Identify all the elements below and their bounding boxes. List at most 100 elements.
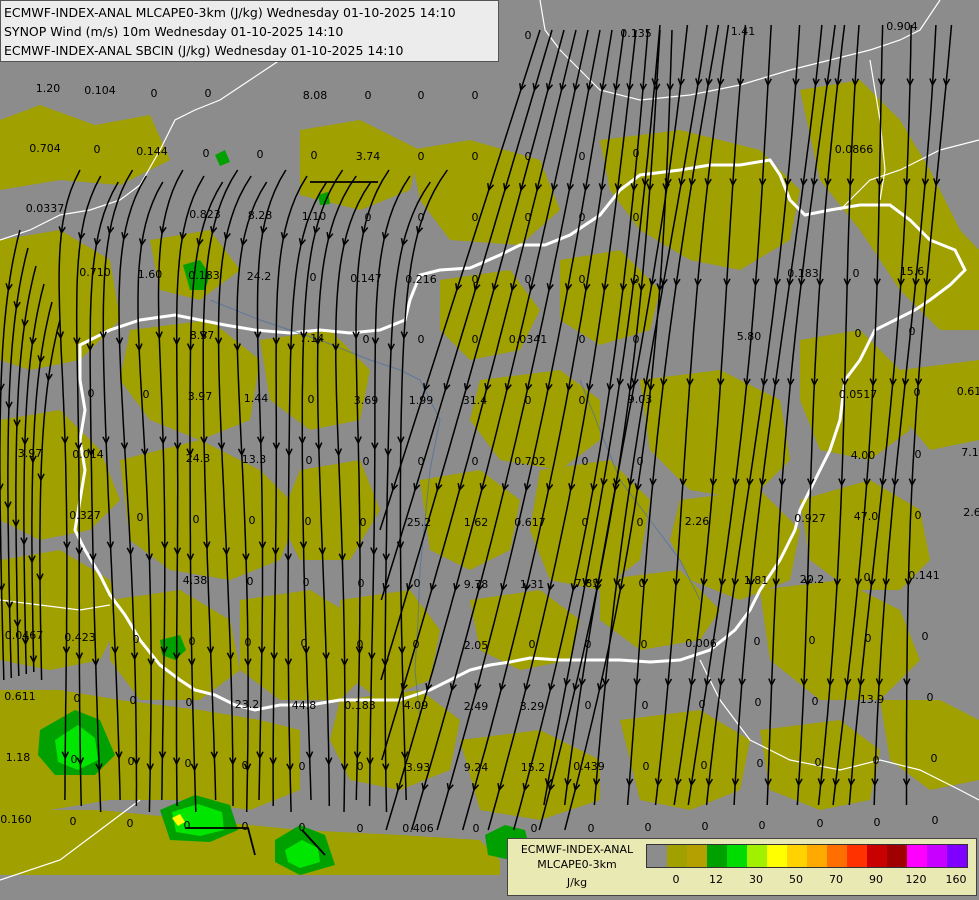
cin-value: 0.147 — [350, 272, 382, 285]
cin-value: 0 — [143, 388, 150, 401]
cin-value: 0.160 — [0, 813, 32, 826]
legend-tick: 90 — [869, 873, 883, 886]
color-legend: ECMWF-INDEX-ANAL MLCAPE0-3km J/kg 0 12 30 5… — [507, 838, 977, 896]
cin-value: 0.0517 — [839, 388, 878, 401]
cin-value: 0.61 — [957, 385, 979, 398]
cin-value: 0.617 — [514, 516, 546, 529]
cin-value: 0 — [363, 333, 370, 346]
legend-swatch — [927, 845, 947, 867]
cin-value: 44.8 — [292, 699, 317, 712]
cin-value: 0 — [637, 516, 644, 529]
cin-value: 0 — [633, 273, 640, 286]
legend-color-scale — [646, 844, 968, 868]
cin-value: 1.81 — [744, 574, 769, 587]
cin-value: 0 — [310, 271, 317, 284]
cin-value: 0 — [127, 817, 134, 830]
cin-value: 0 — [529, 638, 536, 651]
cin-value: 0 — [915, 509, 922, 522]
cin-value: 0.702 — [514, 455, 546, 468]
cin-value: 0 — [257, 148, 264, 161]
cin-value: 0 — [473, 822, 480, 835]
cin-value: 9.24 — [464, 761, 489, 774]
cin-value: 0 — [641, 638, 648, 651]
cin-value: 0 — [299, 821, 306, 834]
cin-value: 1.62 — [464, 516, 489, 529]
cin-value: 0 — [812, 695, 819, 708]
cin-value: 0 — [585, 699, 592, 712]
cin-value: 0 — [186, 696, 193, 709]
cin-value: 0 — [472, 150, 479, 163]
cin-value: 0 — [185, 757, 192, 770]
cin-value: 0 — [130, 694, 137, 707]
legend-swatch — [727, 845, 747, 867]
cin-value: 0.0341 — [509, 333, 548, 346]
cin-value: 0.216 — [405, 273, 437, 286]
title-wind: SYNOP Wind (m/s) 10m Wednesday 01-10-202… — [4, 24, 344, 39]
legend-tick-labels: 01230507090120160250400 — [646, 873, 976, 889]
cin-value: 0 — [582, 516, 589, 529]
cin-value: 24.2 — [247, 270, 272, 283]
cin-value: 0.183 — [344, 699, 376, 712]
cin-value: 0 — [249, 514, 256, 527]
cin-value: 0.710 — [79, 266, 111, 279]
cin-value: 0 — [71, 753, 78, 766]
cin-value: 15.2 — [521, 761, 546, 774]
cin-value: 7.85 — [575, 577, 600, 590]
cin-value: 3.74 — [356, 150, 381, 163]
cin-value: 0 — [922, 630, 929, 643]
cin-value: 0 — [865, 632, 872, 645]
cin-value: 0.0866 — [835, 143, 874, 156]
cin-value: 7.14 — [300, 332, 325, 345]
cin-value: 1.31 — [520, 578, 545, 591]
legend-swatch — [767, 845, 787, 867]
cin-value: 8.08 — [303, 89, 328, 102]
legend-swatch — [907, 845, 927, 867]
cin-value: 0 — [525, 29, 532, 42]
cin-value: 0 — [311, 149, 318, 162]
cin-value: 0 — [531, 822, 538, 835]
cin-value: 0 — [633, 333, 640, 346]
cin-value: 3.69 — [354, 394, 379, 407]
legend-swatch — [887, 845, 907, 867]
cin-value: 0.135 — [620, 27, 652, 40]
cin-value: 0 — [525, 150, 532, 163]
cin-value: 0 — [855, 327, 862, 340]
cin-value: 0.904 — [886, 20, 918, 33]
cin-value: 0 — [205, 87, 212, 100]
cin-value: 0 — [817, 817, 824, 830]
cin-value: 0 — [853, 267, 860, 280]
cin-value: 0 — [305, 515, 312, 528]
cin-value: 0 — [299, 760, 306, 773]
cin-value: 0 — [247, 575, 254, 588]
cin-value: 0 — [637, 455, 644, 468]
cin-value: 0 — [579, 211, 586, 224]
legend-tick: 0 — [672, 873, 680, 886]
cin-value: 0 — [413, 638, 420, 651]
cin-value: 0 — [702, 820, 709, 833]
legend-swatch — [827, 845, 847, 867]
cin-value: 0 — [809, 634, 816, 647]
cin-value: 0 — [137, 511, 144, 524]
cin-value: 0 — [301, 637, 308, 650]
cin-value: 0 — [582, 455, 589, 468]
cin-value: 0.406 — [402, 822, 434, 835]
cin-value: 0 — [639, 577, 646, 590]
legend-swatch — [867, 845, 887, 867]
cin-value: 0 — [633, 147, 640, 160]
cin-value: 0.014 — [72, 448, 104, 461]
legend-tick: 30 — [749, 873, 763, 886]
cin-value: 0 — [585, 638, 592, 651]
cin-value: 0 — [873, 754, 880, 767]
cin-value: 4.38 — [183, 574, 208, 587]
cin-value: 0.183 — [188, 269, 220, 282]
cin-value: 0 — [579, 394, 586, 407]
cin-value: 9.03 — [628, 393, 653, 406]
cin-value: 24.3 — [186, 452, 211, 465]
cin-value: 0 — [643, 760, 650, 773]
cin-value: 0 — [133, 633, 140, 646]
cin-value: 0 — [915, 448, 922, 461]
cin-value: 0 — [757, 757, 764, 770]
cin-value: 0.439 — [573, 760, 605, 773]
cin-value: 0 — [418, 455, 425, 468]
legend-source: ECMWF-INDEX-ANAL — [520, 843, 634, 856]
